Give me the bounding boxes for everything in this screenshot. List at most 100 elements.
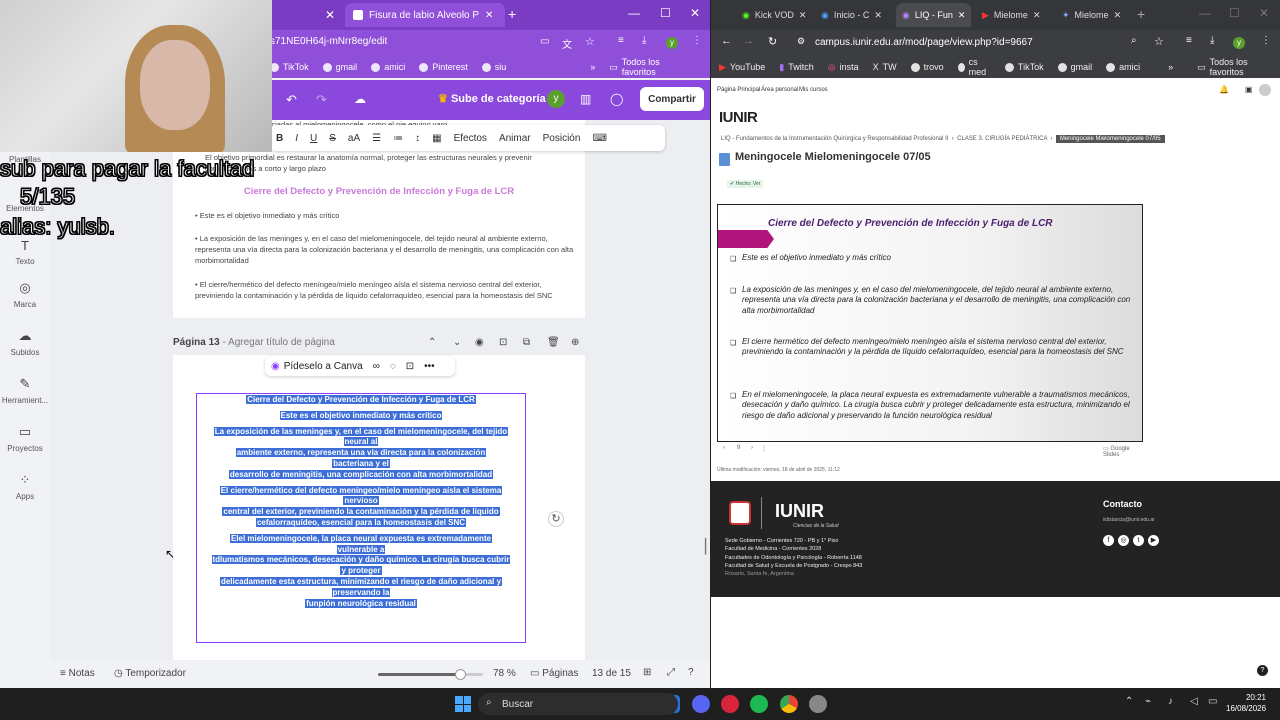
new-tab-icon[interactable]: + (508, 6, 516, 22)
tab-gemini[interactable]: ✦ Mielome ✕ (1056, 3, 1127, 27)
bookmark-gmail[interactable]: gmail (322, 62, 357, 72)
microphone-icon[interactable]: ♪ (1168, 696, 1173, 707)
translate-icon[interactable]: 文 (562, 36, 572, 51)
chrome-icon[interactable] (780, 695, 798, 713)
menu-icon[interactable]: ⋮ (1261, 35, 1271, 46)
case-button[interactable]: aA (348, 133, 360, 144)
duplicate-page-icon[interactable]: ⧉ (523, 337, 530, 348)
discord-icon[interactable] (692, 695, 710, 713)
google-slides-link[interactable]: ▭ Google Slides (1103, 445, 1143, 458)
sidebar-item-projects[interactable]: ▭ Proyectos (0, 424, 50, 453)
help-icon[interactable]: ? (1257, 665, 1268, 676)
selected-text-box[interactable]: Cierre del Defecto y Prevención de Infec… (196, 393, 526, 643)
tab-kick[interactable]: ◉ Kick VOD ✕ (736, 3, 812, 27)
close-tab-icon[interactable]: ✕ (325, 8, 335, 22)
facebook-icon[interactable]: f (1103, 535, 1114, 546)
next-slide-icon[interactable]: › (751, 445, 753, 451)
tab-canva[interactable]: Fisura de labio Alveolo Palatina ✕ (345, 3, 505, 27)
sidebar-item-brand[interactable]: ◎ Marca (0, 280, 50, 309)
redo-icon[interactable]: ↷ (316, 92, 327, 108)
paint-format-icon[interactable]: ⌨ (592, 133, 606, 144)
add-page-title[interactable]: Agregar título de página (228, 337, 335, 348)
minimize-icon[interactable]: — (628, 6, 640, 20)
prev-slide-icon[interactable]: ‹ (723, 445, 725, 451)
reload-icon[interactable]: ↻ (768, 35, 777, 48)
close-tab-icon[interactable]: ✕ (485, 10, 493, 21)
media-icon[interactable]: ≡ (1186, 35, 1192, 46)
underline-button[interactable]: U (310, 133, 317, 144)
bookmark-youtube[interactable]: ▶ YouTube (719, 62, 765, 73)
taskbar-search[interactable]: ⌕ Buscar (478, 693, 678, 715)
start-button[interactable] (455, 696, 471, 712)
network-icon[interactable]: ⌁ (1145, 696, 1151, 707)
close-window-icon[interactable]: ✕ (1259, 6, 1269, 20)
bookmark-tw[interactable]: X TW (873, 62, 897, 72)
twitter-icon[interactable]: t (1133, 535, 1144, 546)
align-icon[interactable]: ☰ (372, 133, 381, 144)
obs-icon[interactable] (809, 695, 827, 713)
bookmark-tiktok[interactable]: TikTok (270, 62, 309, 72)
new-tab-icon[interactable]: + (1137, 6, 1145, 22)
zoom-slider[interactable] (378, 669, 483, 680)
back-icon[interactable]: ← (721, 35, 732, 47)
share-button[interactable]: Compartir (640, 87, 704, 111)
zoom-level[interactable]: 78 % (493, 668, 516, 679)
battery-icon[interactable]: ▭ (1208, 696, 1217, 707)
bookmark-star-icon[interactable]: ☆ (585, 35, 595, 48)
transparency-icon[interactable]: ▦ (432, 133, 441, 144)
bold-button[interactable]: B (276, 133, 283, 144)
cloud-sync-icon[interactable]: ☁ (354, 92, 366, 106)
more-icon[interactable]: ••• (424, 361, 435, 372)
site-info-icon[interactable]: ⚙ (797, 36, 805, 47)
bookmarks-folder[interactable]: ▭ Todos los favoritos (609, 57, 696, 77)
spotify-icon[interactable] (750, 695, 768, 713)
fullscreen-icon[interactable]: ⤢ (667, 667, 675, 678)
bookmark-twitch[interactable]: ▮ Twitch (779, 62, 813, 73)
canva-avatar[interactable]: y (547, 90, 565, 108)
bookmark-star-icon[interactable]: ☆ (1154, 35, 1164, 48)
close-window-icon[interactable]: ✕ (690, 6, 700, 20)
bookmark-amici[interactable]: amici (1106, 62, 1140, 72)
sidebar-item-apps[interactable]: ⁘ Apps (0, 472, 50, 501)
iunir-logo[interactable]: IUNIR (719, 109, 758, 126)
tab-inicio[interactable]: ◉ Inicio - C ✕ (815, 3, 888, 27)
maximize-icon[interactable]: ☐ (660, 6, 671, 20)
help-icon[interactable]: ? (688, 667, 694, 678)
youtube-icon[interactable]: ▶ (1148, 535, 1159, 546)
list-icon[interactable]: ≔ (393, 133, 403, 144)
bookmark-amici[interactable]: amici (371, 62, 405, 72)
close-tab-icon[interactable]: ✕ (958, 10, 966, 21)
download-icon[interactable]: ⤓ (642, 35, 646, 46)
volume-icon[interactable]: ◁ (1190, 696, 1198, 707)
forward-icon[interactable]: → (743, 35, 754, 47)
breadcrumb-course[interactable]: LIQ - Fundamentos de la Instrumentación … (721, 136, 948, 142)
hide-page-icon[interactable]: ◉ (475, 337, 484, 348)
menu-icon[interactable]: ⋮ (692, 35, 702, 46)
lock-page-icon[interactable]: ⊡ (499, 337, 507, 348)
sidebar-item-uploads[interactable]: ☁ Subidos (0, 328, 50, 357)
url-field[interactable]: s71NE0H64j-mNrr8eg/edit (270, 36, 387, 47)
strike-button[interactable]: S (329, 133, 336, 144)
close-tab-icon[interactable]: ✕ (799, 10, 807, 21)
link-icon[interactable]: ∞ (373, 361, 380, 372)
contact-email[interactable]: iidistancia@iunir.edu.ar (1103, 517, 1155, 523)
bookmark-insta[interactable]: ◎ insta (828, 62, 859, 73)
chevron-down-icon[interactable]: ⌄ (453, 337, 461, 348)
pages-button[interactable]: ▭ Páginas (530, 668, 578, 679)
zoom-icon[interactable]: ⌕ (1131, 35, 1137, 46)
animate-button[interactable]: Animar (499, 133, 531, 144)
bookmarks-more[interactable]: » (1168, 62, 1173, 72)
minimize-icon[interactable]: — (1199, 6, 1211, 20)
instagram-icon[interactable]: ◎ (1118, 535, 1129, 546)
spacing-icon[interactable]: ↕ (415, 133, 420, 144)
nav-my-courses[interactable]: Mis cursos (799, 87, 828, 93)
bookmark-trovo[interactable]: trovo (910, 62, 944, 72)
slide-menu-icon[interactable]: ⋮ (761, 445, 767, 452)
analytics-icon[interactable]: ▥ (580, 92, 591, 106)
clock-date[interactable]: 16/08/2026 (1226, 704, 1266, 713)
close-tab-icon[interactable]: ✕ (1033, 10, 1041, 21)
bookmark-pinterest[interactable]: Pinterest (419, 62, 468, 72)
undo-icon[interactable]: ↶ (286, 92, 297, 108)
bookmark-tiktok[interactable]: TikTok (1004, 62, 1044, 72)
maximize-icon[interactable]: ☐ (1229, 6, 1240, 20)
